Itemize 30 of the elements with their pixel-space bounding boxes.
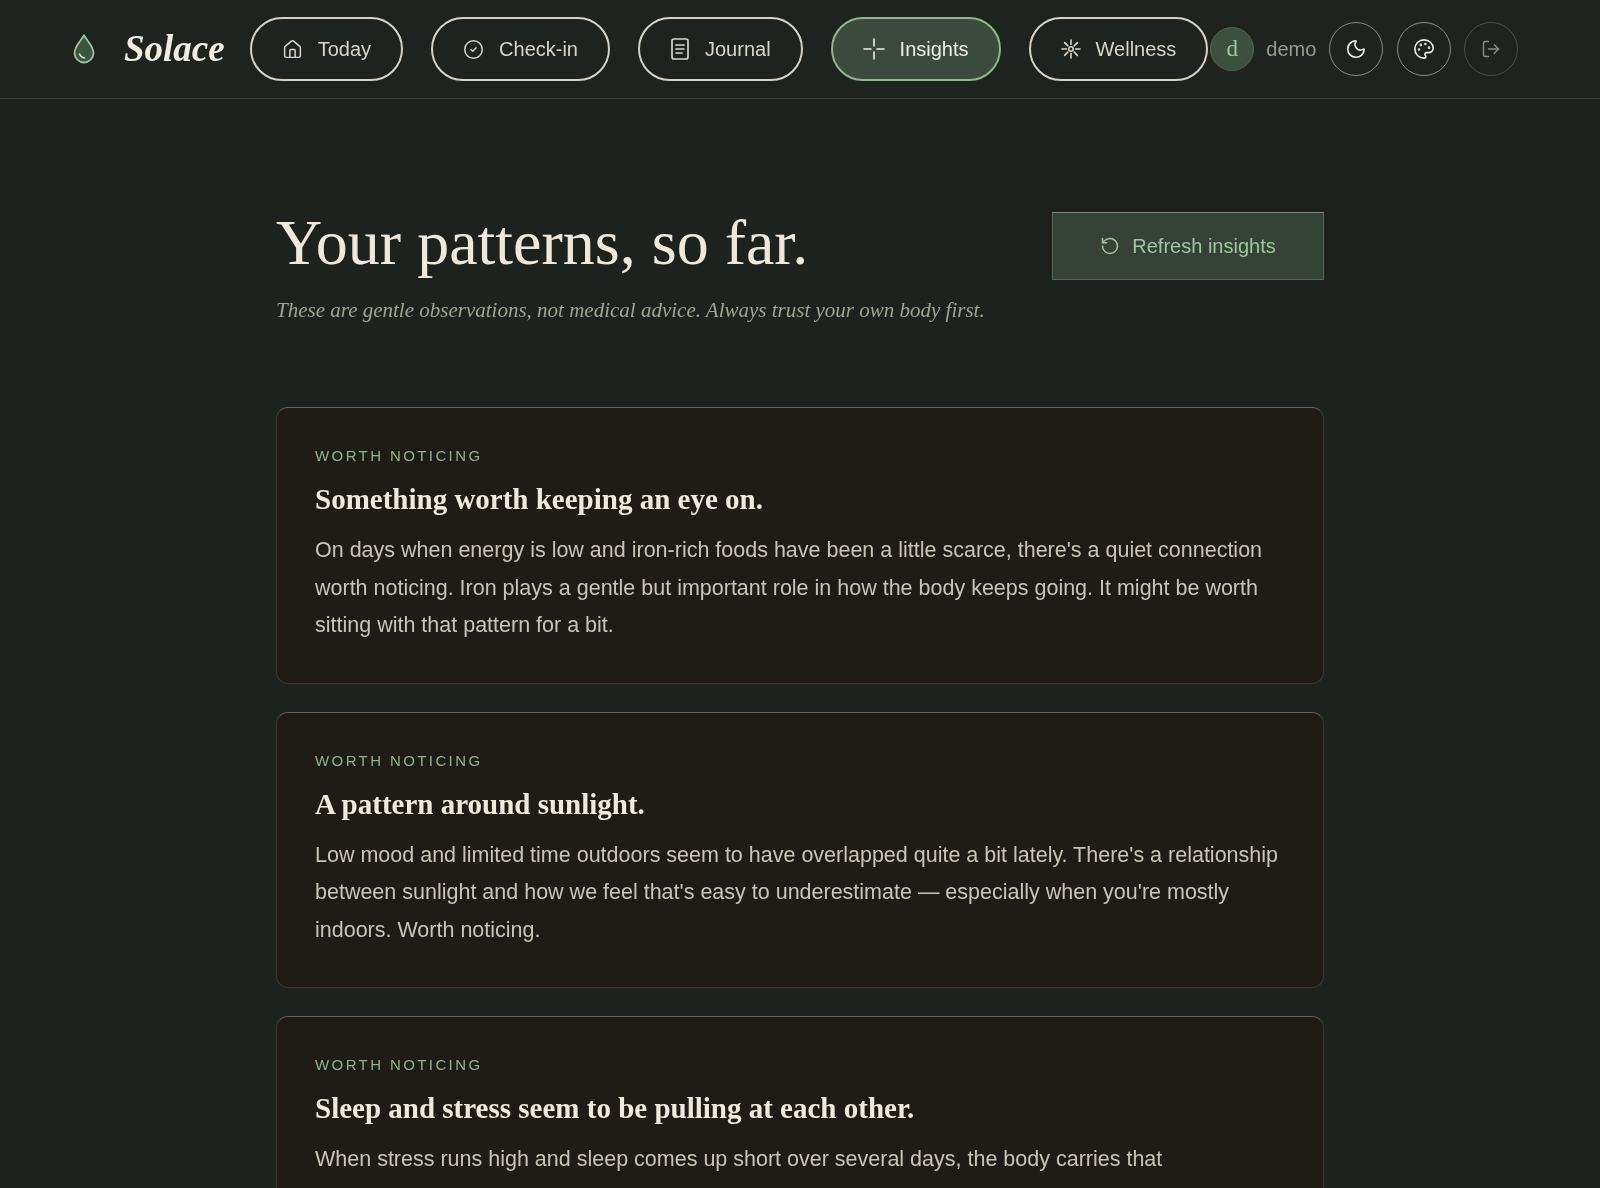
palette-icon — [1413, 38, 1436, 60]
nav-tab[interactable]: Journal — [638, 17, 803, 81]
nav-tab[interactable]: Check-in — [431, 17, 610, 81]
brand-name: Solace — [124, 27, 225, 72]
page-title: Your patterns, so far. — [276, 210, 809, 276]
user-avatar: d — [1210, 27, 1255, 71]
check-circle-icon — [463, 38, 485, 60]
insight-body: Low mood and limited time outdoors seem to have overlapped quite a bit lately. There's a relationship between sunlight and how we feel that's easy to underestimate — especially when you're mostly indoors. Worth noticing. — [315, 841, 1279, 944]
logout-icon — [1481, 39, 1502, 59]
insight-body: On days when energy is low and iron-rich foods have been a little scarce, there's a quiet connection worth noticing. Iron plays a gentle but important role in how the body keeps going. It might be worth sitting with that pattern for a bit. — [315, 537, 1264, 639]
insight-title: Sleep and stress seem to be pulling at each other. — [315, 1091, 916, 1126]
home-icon — [281, 38, 303, 60]
refresh-icon — [1100, 236, 1121, 256]
refresh-insights-button[interactable]: Refresh insights — [1052, 212, 1324, 280]
nav-tab[interactable]: Wellness — [1028, 17, 1209, 81]
document-icon — [670, 38, 690, 60]
droplet-icon — [73, 34, 95, 64]
sun-icon — [1060, 39, 1081, 59]
nav-tab[interactable]: Today — [249, 17, 404, 81]
moon-icon — [1345, 38, 1368, 60]
nav-tab[interactable]: Insights — [830, 17, 1001, 81]
insight-label: WORTH NOTICING — [315, 750, 484, 771]
insight-label: WORTH NOTICING — [315, 446, 484, 466]
username: demo — [1266, 37, 1317, 62]
insight-title: A pattern around sunlight. — [315, 786, 646, 822]
crosshair-icon — [862, 38, 885, 60]
page-subtitle: These are gentle observations, not medical advice. Always trust your own body first. — [276, 297, 986, 324]
insight-body: When stress runs high and sleep comes up short over several days, the body carries that — [315, 1146, 1164, 1173]
insight-title: Something worth keeping an eye on. — [315, 482, 764, 517]
insight-label: WORTH NOTICING — [315, 1055, 484, 1075]
